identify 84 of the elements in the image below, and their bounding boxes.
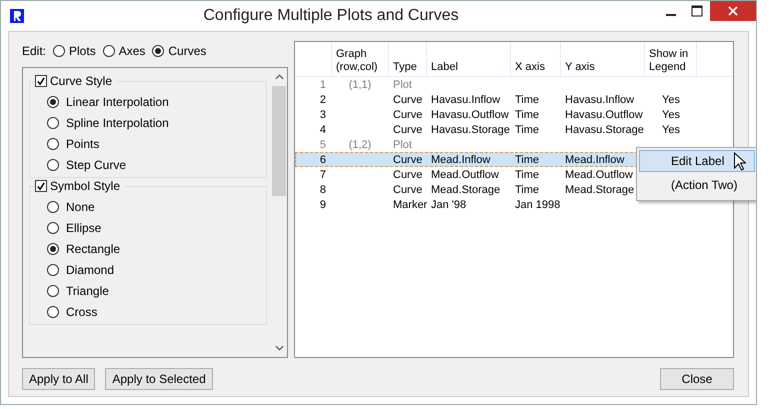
close-button[interactable]: Close: [660, 368, 734, 390]
window-title: Configure Multiple Plots and Curves: [202, 7, 460, 25]
edit-mode-radio[interactable]: Axes: [102, 44, 146, 58]
table-cell: Jan 1998: [515, 198, 560, 210]
table-cell: Curve: [393, 154, 422, 166]
style-radio[interactable]: Diamond: [47, 259, 266, 280]
table-cell: Jan '98: [431, 198, 466, 210]
table-cell: Mead.Outflow: [431, 168, 499, 180]
table-cell: Marker: [393, 198, 428, 210]
style-radio[interactable]: None: [47, 196, 266, 217]
table-cell: 1: [320, 78, 326, 90]
chevron-up-icon[interactable]: [274, 74, 284, 80]
table-cell: Curve: [393, 94, 422, 106]
checkmark-icon: [36, 76, 46, 87]
table-row[interactable]: 9 Marker Jan '98 Jan 1998: [295, 197, 733, 212]
table-cell: Curve: [393, 184, 422, 196]
table-cell: Havasu.Outflow: [565, 108, 643, 120]
style-radio[interactable]: Step Curve: [47, 154, 266, 175]
table-cell: Yes: [662, 124, 680, 136]
style-radio[interactable]: Linear Interpolation: [47, 91, 266, 112]
column-header: Y axis: [561, 42, 645, 76]
table-cell: 6: [320, 154, 326, 166]
checkmark-icon: [36, 181, 46, 192]
table-cell: Havasu.Inflow: [431, 94, 500, 106]
edit-mode-radio[interactable]: Curves: [152, 44, 206, 58]
table-row[interactable]: 1 (1,1) Plot: [295, 77, 733, 92]
style-radio[interactable]: Cross: [47, 301, 266, 322]
table-cell: (1,2): [348, 138, 372, 150]
table-cell: 9: [320, 198, 326, 210]
table-cell: Time: [515, 108, 540, 120]
group-checkbox[interactable]: Curve Style: [35, 74, 116, 88]
table-row[interactable]: 4 Curve Havasu.Storage Time Havasu.Storage Yes: [295, 122, 733, 137]
style-radio[interactable]: Points: [47, 133, 266, 154]
table-cell: Yes: [662, 94, 680, 106]
table-cell: Curve: [393, 108, 422, 120]
table-cell: Yes: [662, 108, 680, 120]
table-row[interactable]: 2 Curve Havasu.Inflow Time Havasu.Inflow Yes: [295, 92, 733, 107]
table-row[interactable]: 5 (1,2) Plot: [295, 137, 733, 152]
table-cell: Havasu.Outflow: [431, 108, 509, 120]
table-cell: Mead.Inflow: [431, 154, 490, 166]
group-checkbox[interactable]: Symbol Style: [35, 179, 124, 193]
table-cell: 3: [320, 108, 326, 120]
menu-item[interactable]: (Action Two): [639, 174, 755, 196]
column-header: Show in Legend: [645, 42, 697, 76]
column-header: Label: [427, 42, 511, 76]
style-radio[interactable]: Ellipse: [47, 217, 266, 238]
style-radio[interactable]: Rectangle: [47, 238, 266, 259]
table-cell: 2: [320, 94, 326, 106]
table-cell: Time: [515, 184, 540, 196]
table-cell: Havasu.Storage: [431, 124, 510, 136]
table-cell: Curve: [393, 168, 422, 180]
table-cell: 4: [320, 124, 326, 136]
table-cell: Time: [515, 124, 540, 136]
menu-item[interactable]: Edit Label: [639, 150, 755, 172]
table-cell: Havasu.Storage: [565, 124, 644, 136]
chevron-down-icon[interactable]: [274, 345, 284, 351]
cursor-icon: [733, 152, 746, 171]
column-header: X axis: [511, 42, 561, 76]
table-cell: 7: [320, 168, 326, 180]
edit-label: Edit:: [22, 44, 46, 58]
table-cell: Plot: [393, 78, 412, 90]
column-header: Type: [389, 42, 427, 76]
table-cell: Mead.Inflow: [565, 154, 624, 166]
style-radio[interactable]: Spline Interpolation: [47, 112, 266, 133]
app-logo-icon: [10, 9, 24, 23]
table-cell: 5: [320, 138, 326, 150]
table-cell: Plot: [393, 138, 412, 150]
column-header: Graph (row,col): [332, 42, 389, 76]
table-cell: Havasu.Inflow: [565, 94, 634, 106]
apply-button[interactable]: Apply to Selected: [105, 368, 213, 390]
table-cell: Time: [515, 154, 540, 166]
edit-mode-radio[interactable]: Plots: [53, 44, 96, 58]
apply-button[interactable]: Apply to All: [22, 368, 96, 390]
table-row[interactable]: 3 Curve Havasu.Outflow Time Havasu.Outflow Yes: [295, 107, 733, 122]
table-cell: Curve: [393, 124, 422, 136]
table-cell: 8: [320, 184, 326, 196]
table-cell: Time: [515, 94, 540, 106]
table-cell: Mead.Outflow: [565, 168, 633, 180]
close-icon[interactable]: [710, 1, 756, 21]
style-radio[interactable]: Triangle: [47, 280, 266, 301]
table-cell: (1,1): [348, 78, 372, 90]
table-cell: Mead.Storage: [431, 184, 500, 196]
table-cell: Time: [515, 168, 540, 180]
table-cell: Mead.Storage: [565, 184, 634, 196]
